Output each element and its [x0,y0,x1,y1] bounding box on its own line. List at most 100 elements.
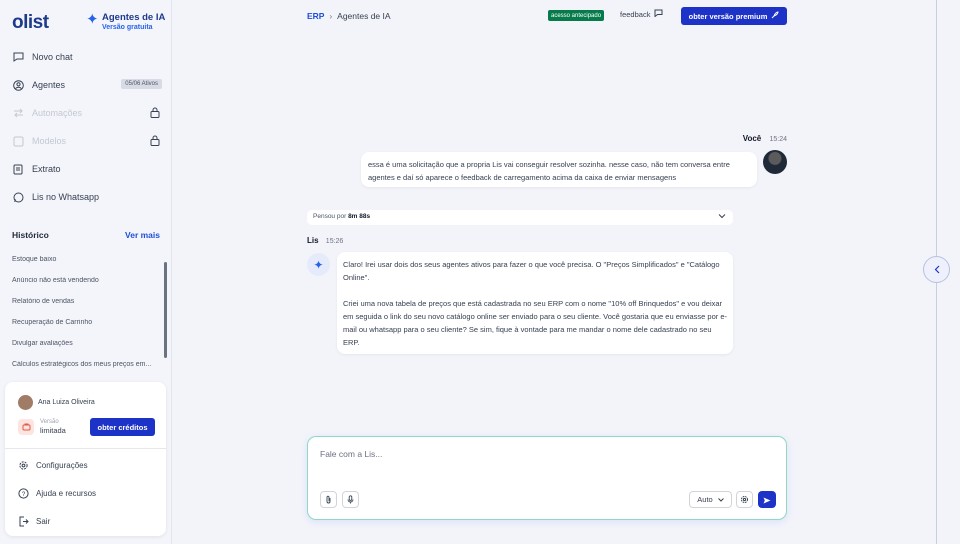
top-bar: ERP › Agentes de IA acesso antecipado fe… [307,7,787,25]
swap-icon [12,107,24,119]
settings-item[interactable]: Configurações [18,460,158,471]
composer-placeholder[interactable]: Fale com a Lis... [320,449,382,459]
svg-text:?: ? [22,491,26,498]
chevron-right-icon: › [329,11,333,21]
document-icon [12,163,24,175]
olist-logo[interactable]: olist [12,12,49,34]
logo-text: olist [12,12,49,33]
settings-label: Configurações [36,461,88,470]
history-item[interactable]: Divulgar avaliações [12,340,162,347]
mode-select[interactable]: Auto [689,491,732,508]
nav-label: Modelos [32,136,67,146]
help-item[interactable]: ? Ajuda e recursos [18,488,158,499]
breadcrumb: ERP › Agentes de IA [307,11,391,21]
get-credits-button[interactable]: obter créditos [90,418,155,436]
agent-icon [12,79,24,91]
rocket-icon [771,11,779,21]
microphone-button[interactable] [342,491,359,508]
nav-label: Extrato [32,164,61,174]
lock-icon [150,135,160,148]
lock-icon [150,107,160,120]
lis-message-header: Lis 15:26 [307,236,343,245]
history-item[interactable]: Anúncio não está vendendo [12,277,162,284]
early-access-badge: acesso antecipado [548,10,605,21]
logout-label: Sair [36,517,51,526]
breadcrumb-root[interactable]: ERP [307,11,324,21]
user-message-header: Você 15:24 [700,134,787,143]
thinking-summary[interactable]: Pensou por 8m 88s [307,210,733,225]
help-icon: ? [18,488,29,499]
agents-brand: ✦ Agentes de IA Versão gratuita [86,11,166,32]
nav-agents[interactable]: Agentes 05/06 Ativos [12,76,162,94]
history-item[interactable]: Cálculos estratégicos dos meus preços em… [12,361,162,368]
gear-icon [18,460,29,471]
collapse-panel-button[interactable] [923,256,950,283]
logout-item[interactable]: Sair [18,516,158,527]
models-icon [12,135,24,147]
feedback-label: feedback [620,9,651,19]
history-title: Histórico [12,230,49,240]
history-item[interactable]: Relatório de vendas [12,298,162,305]
message-composer[interactable]: Fale com a Lis... Auto [307,436,787,520]
breadcrumb-current: Agentes de IA [337,11,391,21]
history-scrollbar[interactable] [164,262,167,358]
help-label: Ajuda e recursos [36,489,97,498]
chevron-down-icon [717,495,724,504]
settings-button[interactable] [736,491,753,508]
chevron-left-icon [934,261,940,279]
agents-brand-title: Agentes de IA [102,12,166,23]
message-time: 15:24 [769,136,787,143]
premium-label: obter versão premium [688,11,768,21]
nav-label: Agentes [32,80,66,90]
sidebar: olist ✦ Agentes de IA Versão gratuita No… [0,0,172,544]
microphone-icon [347,491,354,509]
sparkle-icon: ✦ [86,11,99,28]
message-icon [654,9,663,19]
message-paragraph: Criei uma nova tabela de preços que está… [343,299,728,347]
sender-name: Você [742,134,762,143]
nav-models: Modelos [12,132,162,150]
avatar [763,150,787,174]
user-message-bubble: essa é uma solicitação que a propria Lis… [361,152,757,187]
thought-time: 8m 88s [348,213,371,220]
agents-brand-subtitle: Versão gratuita [102,24,153,31]
lis-message-bubble: Claro! Irei usar dois dos seus agentes a… [337,252,733,354]
user-profile[interactable]: Ana Luiza Oliveira [18,395,95,410]
chat-icon [12,51,24,63]
version-label: Versão [40,419,59,425]
send-button[interactable] [758,491,776,508]
message-paragraph: Claro! Irei usar dois dos seus agentes a… [343,260,720,282]
message-time: 15:26 [325,238,344,245]
plan-version: Versão limitada [18,418,66,435]
paperclip-icon [325,491,332,509]
nav-whatsapp[interactable]: Lis no Whatsapp [12,188,162,206]
whatsapp-icon [12,191,24,203]
nav-statement[interactable]: Extrato [12,160,162,178]
history-header: Histórico Ver mais [12,230,160,240]
sparkle-icon: ✦ [307,253,330,276]
nav-label: Novo chat [32,52,73,62]
send-icon [763,491,771,509]
nav-new-chat[interactable]: Novo chat [12,48,162,66]
plan-icon [18,418,34,435]
attach-button[interactable] [320,491,337,508]
nav-label: Automações [32,108,83,118]
mode-value: Auto [697,495,713,504]
user-card: Ana Luiza Oliveira Versão limitada obter… [5,382,166,536]
logout-icon [18,516,29,527]
get-premium-button[interactable]: obter versão premium [681,7,787,25]
nav-label: Lis no Whatsapp [32,192,100,202]
nav-automations: Automações [12,104,162,122]
active-agents-badge: 05/06 Ativos [121,79,162,89]
history-item[interactable]: Recuperação de Carrinho [12,319,162,326]
history-item[interactable]: Estoque baixo [12,256,162,263]
feedback-button[interactable]: feedback [620,9,663,19]
chevron-down-icon [718,213,726,221]
divider [5,448,166,449]
see-more-link[interactable]: Ver mais [125,230,160,240]
sender-name: Lis [307,236,319,245]
version-value: limitada [40,426,66,435]
thought-label: Pensou por [313,213,347,220]
avatar [18,395,33,410]
user-name: Ana Luiza Oliveira [38,399,95,406]
